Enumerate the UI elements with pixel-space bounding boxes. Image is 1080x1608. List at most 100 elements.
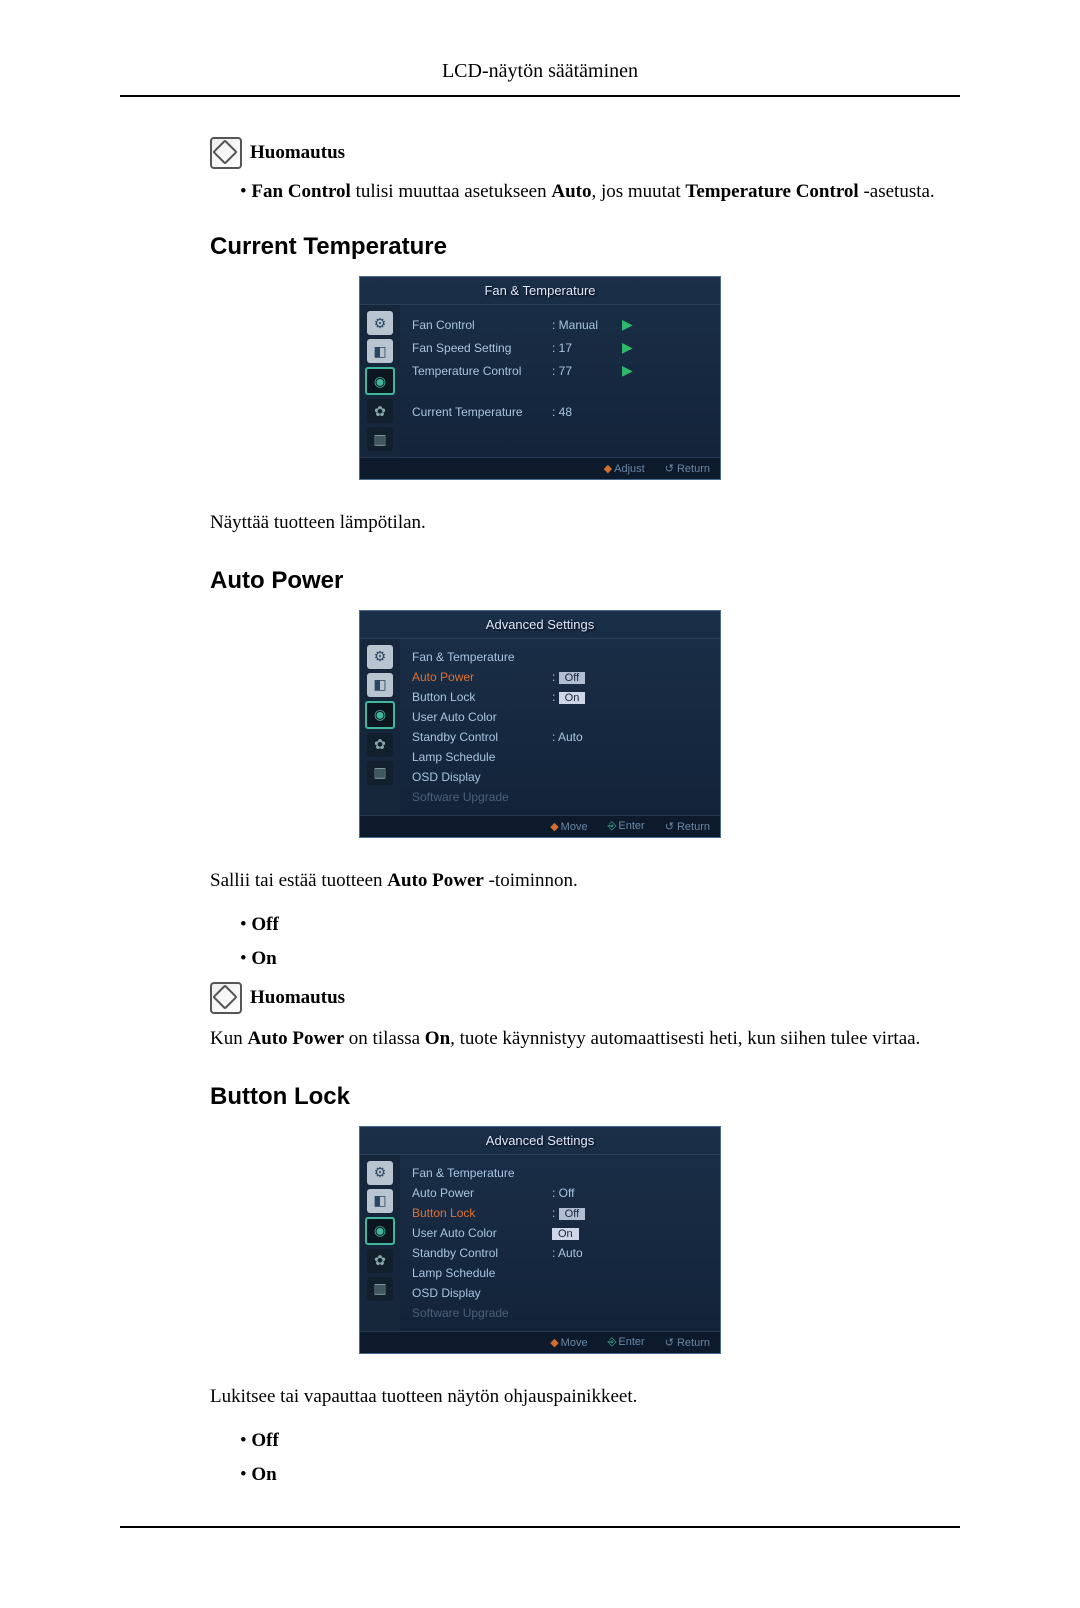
section-title-current-temperature: Current Temperature bbox=[210, 233, 960, 261]
osd-value-prefix: : bbox=[552, 670, 559, 684]
osd-label: User Auto Color bbox=[412, 710, 552, 724]
osd-footer-label: Return bbox=[677, 1337, 710, 1349]
osd-sidebar-icon: ✿ bbox=[367, 733, 393, 757]
text: , jos muutat bbox=[591, 181, 685, 202]
osd-label: Standby Control bbox=[412, 730, 552, 744]
text-bold: Auto Power bbox=[387, 870, 484, 891]
osd-value-prefix: : bbox=[552, 690, 559, 704]
osd-value: : Off bbox=[552, 1186, 622, 1200]
osd-label: OSD Display bbox=[412, 1286, 552, 1300]
osd-sidebar: ⚙ ◧ ◉ ✿ ▥ bbox=[360, 1155, 400, 1331]
osd-value-highlight: Off bbox=[559, 1208, 585, 1220]
move-icon: ◆ bbox=[550, 821, 558, 833]
text-bold: On bbox=[425, 1028, 450, 1049]
text-bold: Temperature Control bbox=[685, 181, 858, 202]
osd-sidebar-icon: ⚙ bbox=[367, 311, 393, 335]
osd-value: : 48 bbox=[552, 405, 622, 419]
osd-footer-label: Move bbox=[561, 1337, 588, 1349]
list-item-on: On bbox=[240, 948, 960, 970]
note-icon bbox=[210, 137, 242, 169]
osd-label: Fan & Temperature bbox=[412, 1166, 552, 1180]
osd-sidebar-icon: ◧ bbox=[367, 1189, 393, 1213]
text-bold: Fan Control bbox=[251, 181, 350, 202]
osd-sidebar-icon-active: ◉ bbox=[365, 1217, 395, 1245]
osd-footer-label: Adjust bbox=[614, 463, 645, 475]
osd-footer: ◆Adjust ↺ Return bbox=[360, 457, 720, 479]
text-bold: Auto bbox=[551, 181, 591, 202]
osd-footer-label: Enter bbox=[618, 820, 644, 832]
osd-footer: ◆Move ⎆Enter ↺ Return bbox=[360, 815, 720, 837]
osd-advanced-settings-button-lock: Advanced Settings ⚙ ◧ ◉ ✿ ▥ Fan & Temper… bbox=[359, 1126, 721, 1354]
osd-label: User Auto Color bbox=[412, 1226, 552, 1240]
osd-title: Fan & Temperature bbox=[360, 277, 720, 305]
list-item-off: Off bbox=[240, 1430, 960, 1452]
osd-row: Fan Speed Setting : 17 ▶ bbox=[412, 336, 708, 359]
osd-value: : Manual bbox=[552, 318, 622, 332]
osd-value: : Auto bbox=[552, 1246, 622, 1260]
osd-sidebar-icon: ◧ bbox=[367, 339, 393, 363]
osd-sidebar-icon: ⚙ bbox=[367, 1161, 393, 1185]
text-bold: Auto Power bbox=[247, 1028, 344, 1049]
osd-label-selected: Button Lock bbox=[412, 1206, 552, 1220]
osd-value: : 77 bbox=[552, 364, 622, 378]
osd-label: Fan Speed Setting bbox=[412, 341, 552, 355]
osd-row: Temperature Control : 77 ▶ bbox=[412, 359, 708, 382]
note-label: Huomautus bbox=[250, 987, 345, 1009]
osd-footer-label: Return bbox=[677, 463, 710, 475]
note-paragraph: Kun Auto Power on tilassa On, tuote käyn… bbox=[210, 1026, 960, 1053]
osd-footer-label: Return bbox=[677, 821, 710, 833]
osd-label: Current Temperature bbox=[412, 405, 552, 419]
text: Sallii tai estää tuotteen bbox=[210, 870, 387, 891]
enter-icon: ⎆ bbox=[608, 820, 617, 832]
osd-label: Lamp Schedule bbox=[412, 1266, 552, 1280]
text: -toiminnon. bbox=[484, 870, 578, 891]
arrow-right-icon: ▶ bbox=[622, 339, 633, 356]
move-icon: ◆ bbox=[550, 1337, 558, 1349]
osd-value-prefix: : bbox=[552, 1206, 559, 1220]
list-item-on: On bbox=[240, 1464, 960, 1486]
osd-label: Fan Control bbox=[412, 318, 552, 332]
osd-label: Lamp Schedule bbox=[412, 750, 552, 764]
osd-footer-label: Enter bbox=[618, 1336, 644, 1348]
return-icon: ↺ bbox=[665, 1337, 674, 1349]
note-icon bbox=[210, 982, 242, 1014]
osd-sidebar-icon: ▥ bbox=[367, 761, 393, 785]
osd-sidebar: ⚙ ◧ ◉ ✿ ▥ bbox=[360, 305, 400, 457]
text: Kun bbox=[210, 1028, 247, 1049]
osd-value: : Auto bbox=[552, 730, 622, 744]
text: -asetusta. bbox=[859, 181, 935, 202]
enter-icon: ⎆ bbox=[608, 1336, 617, 1348]
section-paragraph: Näyttää tuotteen lämpötilan. bbox=[210, 510, 960, 537]
osd-sidebar-icon: ✿ bbox=[367, 1249, 393, 1273]
osd-title: Advanced Settings bbox=[360, 611, 720, 639]
note-bullet: Fan Control tulisi muuttaa asetukseen Au… bbox=[240, 181, 960, 203]
osd-footer: ◆Move ⎆Enter ↺ Return bbox=[360, 1331, 720, 1353]
osd-sidebar-icon: ▥ bbox=[367, 1277, 393, 1301]
return-icon: ↺ bbox=[665, 821, 674, 833]
text: tulisi muuttaa asetukseen bbox=[351, 181, 552, 202]
osd-sidebar-icon: ▥ bbox=[367, 427, 393, 451]
osd-label-disabled: Software Upgrade bbox=[412, 790, 552, 804]
text: , tuote käynnistyy automaattisesti heti,… bbox=[450, 1028, 920, 1049]
section-title-button-lock: Button Lock bbox=[210, 1083, 960, 1111]
osd-value-highlight: Off bbox=[559, 672, 585, 684]
osd-value-highlight: On bbox=[559, 692, 586, 704]
osd-sidebar-icon-active: ◉ bbox=[365, 701, 395, 729]
osd-footer-label: Move bbox=[561, 821, 588, 833]
osd-title: Advanced Settings bbox=[360, 1127, 720, 1155]
section-title-auto-power: Auto Power bbox=[210, 567, 960, 595]
osd-label: Fan & Temperature bbox=[412, 650, 552, 664]
osd-value-highlight: On bbox=[552, 1228, 579, 1240]
text: on tilassa bbox=[344, 1028, 425, 1049]
osd-value: : 17 bbox=[552, 341, 622, 355]
osd-fan-temperature: Fan & Temperature ⚙ ◧ ◉ ✿ ▥ Fan Control … bbox=[359, 276, 721, 480]
osd-sidebar-icon: ✿ bbox=[367, 399, 393, 423]
osd-label-disabled: Software Upgrade bbox=[412, 1306, 552, 1320]
osd-label: Temperature Control bbox=[412, 364, 552, 378]
adjust-icon: ◆ bbox=[604, 463, 612, 475]
osd-label: Button Lock bbox=[412, 690, 552, 704]
arrow-right-icon: ▶ bbox=[622, 316, 633, 333]
section-paragraph: Lukitsee tai vapauttaa tuotteen näytön o… bbox=[210, 1384, 960, 1411]
osd-sidebar-icon-active: ◉ bbox=[365, 367, 395, 395]
osd-row: Current Temperature : 48 bbox=[412, 402, 708, 422]
